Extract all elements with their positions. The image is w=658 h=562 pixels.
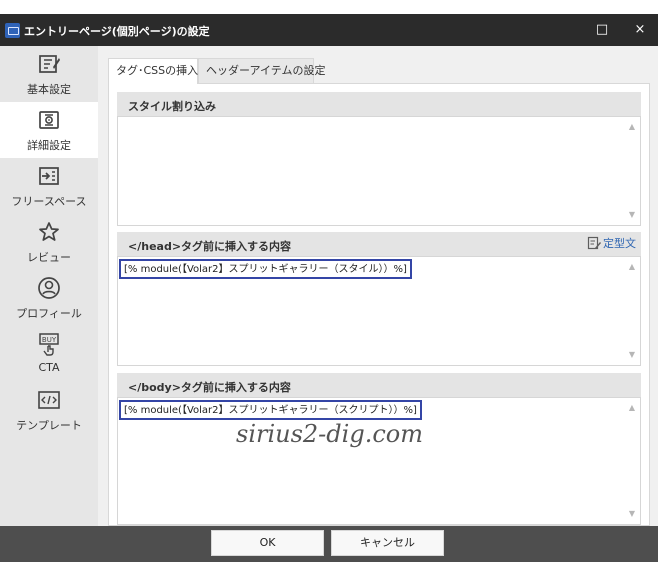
style-textarea[interactable]: ▲ ▼ [117, 116, 641, 226]
head-section-header: </head>タグ前に挿入する内容 定型文 [117, 232, 641, 256]
head-section-title: </head>タグ前に挿入する内容 [128, 240, 292, 253]
tag-css-panel: スタイル割り込み ▲ ▼ </head>タグ前に挿入する内容 定型文 [% mo… [108, 83, 650, 526]
dialog-button-bar: OK キャンセル [0, 526, 658, 562]
buy-click-icon: BUY [39, 333, 59, 356]
cancel-button[interactable]: キャンセル [331, 530, 444, 556]
body-textarea[interactable]: [% module(【Volar2】スプリットギャラリー（スクリプト））%] ▲… [117, 397, 641, 525]
head-module-value: [% module(【Volar2】スプリットギャラリー（スタイル））%] [119, 259, 412, 279]
sidebar-item-basic-settings[interactable]: 基本設定 [0, 46, 98, 102]
sidebar-label-detail-settings: 詳細設定 [27, 139, 71, 152]
sidebar-label-profile: プロフィール [16, 307, 82, 320]
body-section-title: </body>タグ前に挿入する内容 [128, 381, 291, 394]
body-section-header: </body>タグ前に挿入する内容 [117, 373, 641, 397]
ok-button[interactable]: OK [211, 530, 324, 556]
style-section-header: スタイル割り込み [117, 92, 641, 116]
head-textarea[interactable]: [% module(【Volar2】スプリットギャラリー（スタイル））%] ▲ … [117, 256, 641, 366]
insert-text-icon [39, 167, 59, 185]
style-scroll-up-icon[interactable]: ▲ [628, 123, 636, 131]
user-icon [38, 277, 60, 299]
maximize-button[interactable]: □ [589, 20, 615, 40]
sidebar-item-detail-settings[interactable]: 詳細設定 [0, 102, 98, 158]
svg-text:BUY: BUY [42, 336, 57, 344]
window-title: エントリーページ(個別ページ)の設定 [24, 25, 210, 38]
fixed-text-button[interactable]: 定型文 [587, 236, 636, 252]
body-module-value: [% module(【Volar2】スプリットギャラリー（スクリプト））%] [119, 400, 422, 420]
sidebar-label-cta: CTA [38, 361, 60, 374]
code-icon [38, 391, 60, 409]
settings-window: エントリーページ(個別ページ)の設定 □ × 基本設定 詳細設定 フリースペース… [0, 14, 658, 562]
sidebar-label-review: レビュー [27, 251, 71, 264]
sidebar-label-basic-settings: 基本設定 [27, 83, 71, 96]
fixed-text-label: 定型文 [603, 237, 636, 250]
edit-icon [39, 55, 60, 73]
tab-header-items[interactable]: ヘッダーアイテムの設定 [198, 58, 325, 84]
close-button[interactable]: × [627, 20, 653, 40]
head-scroll-up-icon[interactable]: ▲ [628, 263, 636, 271]
sidebar-item-cta[interactable]: BUY CTA [0, 326, 98, 382]
settings-content: タグ･CSSの挿入 ヘッダーアイテムの設定 スタイル割り込み ▲ ▼ </hea… [98, 46, 658, 526]
sidebar-label-template: テンプレート [16, 419, 82, 432]
sidebar-item-profile[interactable]: プロフィール [0, 270, 98, 326]
watermark-text: sirius2-dig.com [236, 420, 423, 448]
star-icon [39, 222, 59, 241]
fixed-text-icon [587, 236, 601, 250]
sidebar-item-review[interactable]: レビュー [0, 214, 98, 270]
sidebar-item-free-space[interactable]: フリースペース [0, 158, 98, 214]
head-scroll-down-icon[interactable]: ▼ [628, 351, 636, 359]
settings-icon [39, 111, 59, 129]
sidebar-label-free-space: フリースペース [11, 195, 87, 208]
settings-sidebar: 基本設定 詳細設定 フリースペース レビュー プロフィール BUY CTA テン… [0, 46, 98, 526]
tab-tag-css-insert[interactable]: タグ･CSSの挿入 [108, 58, 198, 84]
sidebar-item-template[interactable]: テンプレート [0, 382, 98, 438]
style-scroll-down-icon[interactable]: ▼ [628, 211, 636, 219]
body-scroll-down-icon[interactable]: ▼ [628, 510, 636, 518]
style-section-title: スタイル割り込み [128, 100, 216, 113]
title-bar[interactable]: エントリーページ(個別ページ)の設定 □ × [0, 14, 658, 46]
body-scroll-up-icon[interactable]: ▲ [628, 404, 636, 412]
app-icon [5, 23, 20, 38]
